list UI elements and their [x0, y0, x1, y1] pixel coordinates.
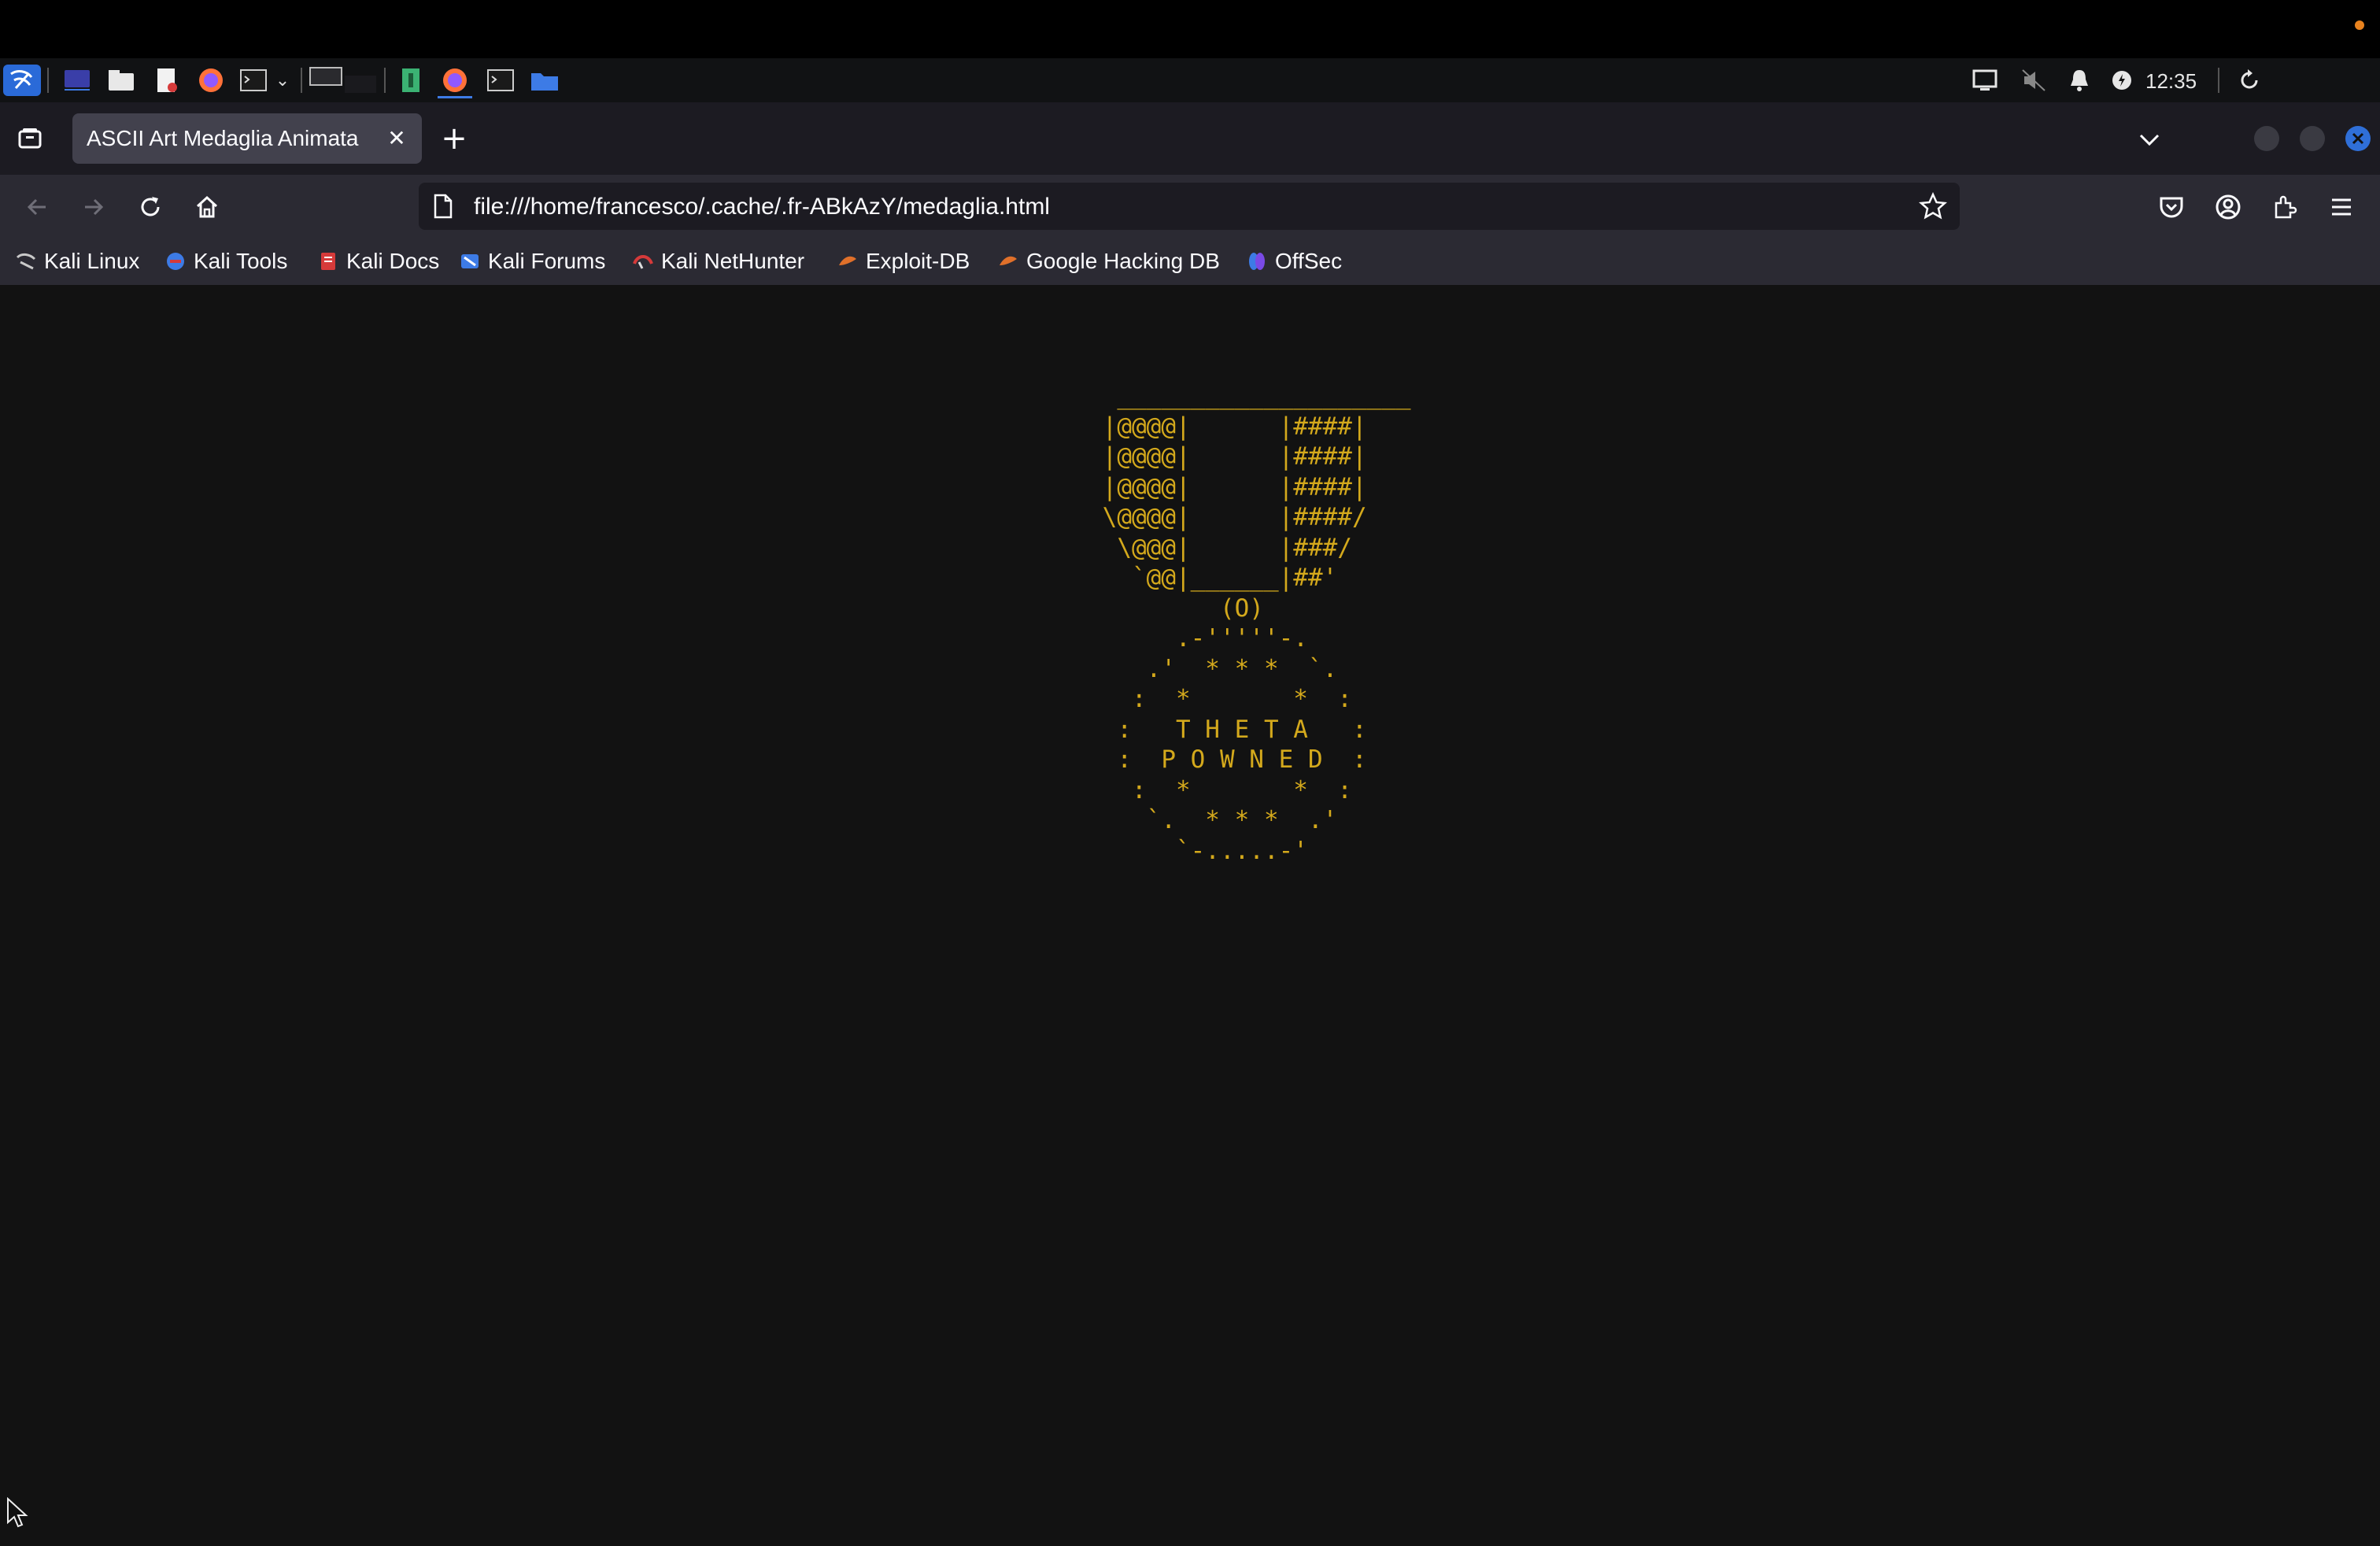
bookmark-label: Kali Linux [44, 249, 140, 273]
top-black-strip [0, 0, 2380, 58]
bookmark-kali-linux[interactable]: Kali Linux [16, 247, 139, 276]
desktop-panel: ⌄ 12:35 [0, 58, 2380, 103]
bookmark-exploit-db[interactable]: Exploit-DB [837, 247, 970, 276]
chevron-down-icon[interactable]: ⌄ [272, 65, 293, 96]
file-manager-icon[interactable] [104, 65, 139, 96]
url-bar[interactable]: file:///home/francesco/.cache/.fr-ABkAzY… [419, 183, 1960, 230]
app-menu-icon[interactable] [2323, 189, 2360, 225]
display-icon[interactable] [1968, 65, 2002, 96]
bookmark-label: Kali Tools [194, 249, 288, 273]
navigation-toolbar: file:///home/francesco/.cache/.fr-ABkAzY… [0, 175, 2380, 238]
panel-separator [47, 68, 49, 93]
text-editor-task-icon[interactable] [394, 65, 428, 96]
firefox-icon[interactable] [194, 65, 228, 96]
kali-tools-icon [165, 251, 186, 272]
google-hacking-db-icon [998, 251, 1018, 272]
folder-task-icon[interactable] [527, 65, 562, 96]
bookmarks-toolbar: Kali Linux Kali Tools Kali Docs Kali For… [0, 238, 2380, 285]
tab-active[interactable]: ASCII Art Medaglia Animata ✕ [72, 113, 422, 164]
terminal-icon[interactable] [236, 65, 271, 96]
panel-separator [2218, 68, 2219, 93]
maximize-window-button[interactable] [2300, 126, 2325, 151]
notification-dot [2355, 20, 2364, 30]
browser-tab-bar: ASCII Art Medaglia Animata ✕ + [0, 102, 2380, 175]
bookmark-kali-nethunter[interactable]: Kali NetHunter [633, 247, 804, 276]
url-text: file:///home/francesco/.cache/.fr-ABkAzY… [474, 194, 1050, 220]
extensions-icon[interactable] [2267, 189, 2303, 225]
bookmark-kali-docs[interactable]: Kali Docs [318, 247, 439, 276]
firefox-task-icon[interactable] [438, 65, 472, 98]
power-icon[interactable] [2106, 65, 2138, 96]
kali-docs-icon [318, 251, 338, 272]
pocket-icon[interactable] [2153, 189, 2190, 225]
account-icon[interactable] [2210, 189, 2246, 225]
close-window-button[interactable] [2345, 126, 2371, 151]
firefox-view-icon[interactable] [16, 124, 44, 153]
minimize-window-button[interactable] [2254, 126, 2279, 151]
panel-separator [384, 68, 386, 93]
kali-dragon-icon [16, 251, 36, 272]
mouse-pointer-icon [6, 1496, 28, 1532]
bookmark-google-hacking-db[interactable]: Google Hacking DB [998, 247, 1220, 276]
bookmark-label: Kali Docs [346, 249, 440, 273]
bookmark-kali-tools[interactable]: Kali Tools [165, 247, 287, 276]
back-button[interactable] [19, 189, 55, 225]
offsec-icon [1247, 251, 1267, 272]
bookmark-label: Kali NetHunter [661, 249, 805, 273]
volume-muted-icon[interactable] [2016, 65, 2051, 96]
page-icon [433, 194, 453, 222]
bookmark-kali-forums[interactable]: Kali Forums [460, 247, 605, 276]
list-all-tabs-icon[interactable] [2133, 123, 2166, 156]
home-button[interactable] [189, 189, 225, 225]
bookmark-label: Google Hacking DB [1026, 249, 1220, 273]
bookmark-label: Exploit-DB [866, 249, 970, 273]
kali-forums-icon [460, 251, 480, 272]
desktop-icon[interactable] [60, 65, 94, 96]
bookmark-offsec[interactable]: OffSec [1247, 247, 1342, 276]
tab-title: ASCII Art Medaglia Animata [87, 126, 359, 150]
bookmark-label: Kali Forums [488, 249, 606, 273]
panel-clock[interactable]: 12:35 [2145, 69, 2197, 94]
new-tab-button[interactable]: + [438, 123, 471, 156]
kali-nethunter-icon [633, 251, 653, 272]
kali-menu-icon[interactable] [3, 65, 41, 96]
exploit-db-icon [837, 251, 858, 272]
bookmark-star-icon[interactable] [1918, 191, 1948, 224]
panel-separator [301, 68, 302, 93]
workspace-switcher-icon[interactable] [309, 65, 379, 96]
bell-icon[interactable] [2062, 65, 2097, 96]
terminal-task-icon[interactable] [483, 65, 518, 96]
forward-button[interactable] [76, 189, 112, 225]
refresh-icon[interactable] [2232, 65, 2267, 96]
bookmark-label: OffSec [1275, 249, 1343, 273]
ascii-medal-art: ____________________ |@@@@| |####| |@@@@… [1102, 382, 1411, 865]
reload-button[interactable] [132, 189, 168, 225]
text-editor-icon[interactable] [150, 65, 184, 96]
close-tab-icon[interactable]: ✕ [382, 124, 411, 153]
